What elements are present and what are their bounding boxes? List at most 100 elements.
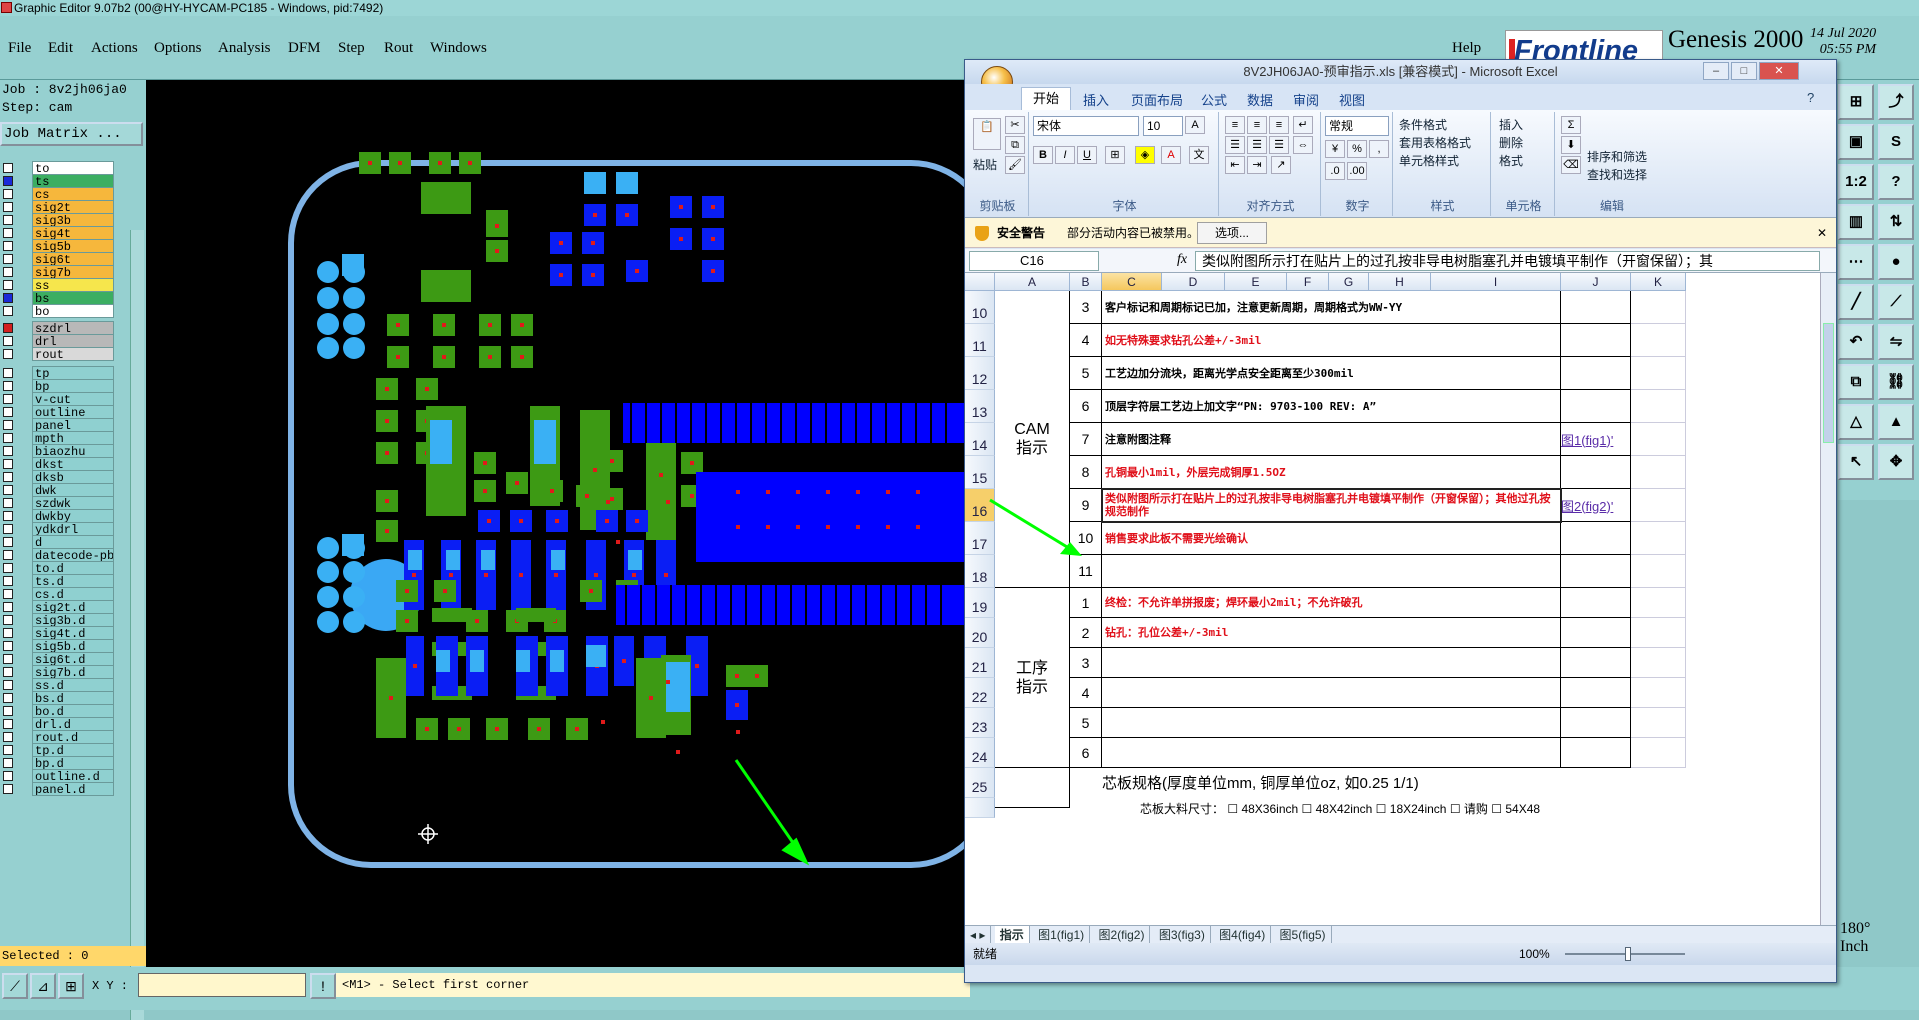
inc-decimal-icon[interactable]: .0: [1325, 162, 1345, 180]
italic-icon[interactable]: I: [1055, 146, 1075, 164]
insert-cells[interactable]: 插入: [1499, 116, 1523, 133]
item-number[interactable]: 4: [1070, 324, 1102, 357]
layer-checkbox[interactable]: [3, 394, 13, 404]
info-button-icon[interactable]: !: [310, 973, 336, 999]
instruction-cell[interactable]: 工艺边加分流块，距离光学点安全距离至少300mil: [1102, 357, 1561, 390]
phonetic-icon[interactable]: 文: [1189, 146, 1209, 164]
sheet-tab-fig3[interactable]: 图3(fig3): [1154, 926, 1211, 943]
close-icon[interactable]: ✕: [1759, 62, 1799, 80]
column-header[interactable]: E: [1225, 273, 1287, 291]
menu-rout[interactable]: Rout: [384, 40, 413, 57]
font-color-icon[interactable]: A: [1161, 146, 1181, 164]
layer-checkbox[interactable]: [3, 241, 13, 251]
figure-link-cell[interactable]: 图1(fig1)': [1561, 423, 1631, 456]
empty-cell[interactable]: [1631, 588, 1686, 618]
instruction-cell[interactable]: 顶层字符层工艺边上加文字“PN: 9703-100 REV: A”: [1102, 390, 1561, 423]
sheet-grid[interactable]: A B C D E F G H I J K 10 3 客户标记和周期标记已加，注意更新周期，周期格式为WW…: [965, 273, 1820, 925]
layer-checkbox[interactable]: [3, 306, 13, 316]
fx-icon[interactable]: fx: [1177, 252, 1187, 268]
item-number[interactable]: 7: [1070, 423, 1102, 456]
tool-link-icon[interactable]: ⛓: [1878, 364, 1914, 400]
layer-name[interactable]: panel.d: [32, 782, 114, 796]
conditional-format[interactable]: 条件格式: [1399, 116, 1447, 133]
figure-link-cell[interactable]: [1561, 456, 1631, 489]
instruction-cell[interactable]: 注意附图注释: [1102, 423, 1561, 456]
row-header[interactable]: 19: [965, 588, 995, 618]
tool-undo-icon[interactable]: ↶: [1838, 324, 1874, 360]
column-header[interactable]: H: [1369, 273, 1431, 291]
column-header[interactable]: K: [1631, 273, 1686, 291]
dec-decimal-icon[interactable]: .00: [1347, 162, 1367, 180]
layer-checkbox[interactable]: [3, 202, 13, 212]
layer-checkbox[interactable]: [3, 420, 13, 430]
layer-checkbox[interactable]: [3, 336, 13, 346]
layer-checkbox[interactable]: [3, 433, 13, 443]
layer-name[interactable]: rout: [32, 347, 114, 361]
align-center-icon[interactable]: ☰: [1247, 136, 1267, 154]
grid-tool-icon[interactable]: ⊞: [58, 973, 84, 999]
column-header[interactable]: F: [1287, 273, 1329, 291]
layer-checkbox[interactable]: [3, 758, 13, 768]
security-close-icon[interactable]: ✕: [1817, 218, 1827, 248]
row-header[interactable]: 20: [965, 618, 995, 648]
instruction-cell[interactable]: 终检：不允许单拼报废；焊环最小2mil；不允许破孔: [1102, 588, 1561, 618]
tab-formulas[interactable]: 公式: [1201, 90, 1227, 109]
tool-zoom-ratio[interactable]: 1:2: [1838, 164, 1874, 200]
item-number[interactable]: 1: [1070, 588, 1102, 618]
tool-cursor-icon[interactable]: ✥: [1878, 444, 1914, 480]
tool-pad-icon[interactable]: ▣: [1838, 124, 1874, 160]
layer-checkbox[interactable]: [3, 732, 13, 742]
copy-icon[interactable]: ⧉: [1005, 136, 1025, 154]
empty-cell[interactable]: [1631, 489, 1686, 522]
layer-checkbox[interactable]: [3, 267, 13, 277]
menu-file[interactable]: File: [8, 40, 31, 57]
layer-checkbox[interactable]: [3, 407, 13, 417]
empty-cell[interactable]: [1631, 555, 1686, 588]
tool-line-icon[interactable]: ╱: [1838, 284, 1874, 320]
comma-icon[interactable]: ,: [1369, 140, 1389, 158]
layer-checkbox[interactable]: [3, 472, 13, 482]
figure-link-cell[interactable]: [1561, 390, 1631, 423]
figure-link-cell[interactable]: 图2(fig2)': [1561, 489, 1631, 522]
layer-checkbox[interactable]: [3, 745, 13, 755]
layer-checkbox[interactable]: [3, 563, 13, 573]
format-cells[interactable]: 格式: [1499, 152, 1523, 169]
align-left-icon[interactable]: ☰: [1225, 136, 1245, 154]
layer-row[interactable]: bo: [0, 303, 146, 319]
row-header[interactable]: 10: [965, 291, 995, 324]
align-bottom-icon[interactable]: ≡: [1269, 116, 1289, 134]
align-top-icon[interactable]: ≡: [1225, 116, 1245, 134]
tool-help-icon[interactable]: ?: [1878, 164, 1914, 200]
empty-cell[interactable]: [1631, 324, 1686, 357]
layer-checkbox[interactable]: [3, 628, 13, 638]
orientation-icon[interactable]: ↗: [1271, 156, 1291, 174]
empty-cell[interactable]: [1631, 390, 1686, 423]
column-header[interactable]: B: [1070, 273, 1102, 291]
item-number[interactable]: 3: [1070, 291, 1102, 324]
border-icon[interactable]: ⊞: [1105, 146, 1125, 164]
row-header[interactable]: 12: [965, 357, 995, 390]
layer-checkbox[interactable]: [3, 323, 13, 333]
indent-dec-icon[interactable]: ⇤: [1225, 156, 1245, 174]
layer-checkbox[interactable]: [3, 176, 13, 186]
row-header[interactable]: 24: [965, 738, 995, 768]
paste-label[interactable]: 粘贴: [973, 156, 997, 173]
layer-checkbox[interactable]: [3, 524, 13, 534]
tool-bars-icon[interactable]: ▥: [1838, 204, 1874, 240]
item-number[interactable]: 6: [1070, 738, 1102, 768]
formula-input[interactable]: 类似附图所示打在贴片上的过孔按非导电树脂塞孔并电镀填平制作（开窗保留）；其: [1195, 251, 1820, 271]
job-matrix-button[interactable]: Job Matrix ...: [0, 122, 143, 146]
figure-link-cell[interactable]: [1561, 678, 1631, 708]
empty-cell[interactable]: [1631, 357, 1686, 390]
layer-checkbox[interactable]: [3, 459, 13, 469]
layer-checkbox[interactable]: [3, 381, 13, 391]
layer-checkbox[interactable]: [3, 215, 13, 225]
tool-record-icon[interactable]: ●: [1878, 244, 1914, 280]
tab-view[interactable]: 视图: [1339, 90, 1365, 109]
layer-checkbox[interactable]: [3, 602, 13, 612]
menu-analysis[interactable]: Analysis: [218, 40, 271, 57]
empty-cell[interactable]: [1631, 648, 1686, 678]
layer-checkbox[interactable]: [3, 784, 13, 794]
menu-step[interactable]: Step: [338, 40, 365, 57]
tool-copy-icon[interactable]: ⧉: [1838, 364, 1874, 400]
